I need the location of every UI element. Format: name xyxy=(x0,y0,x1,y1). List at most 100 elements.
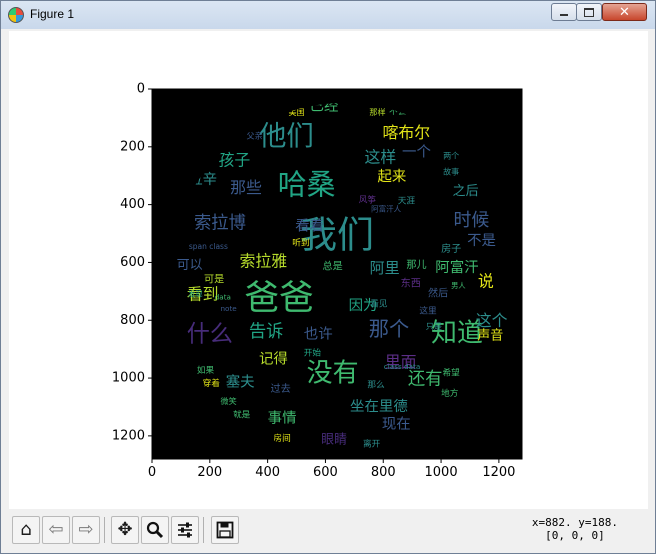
y-tick-label: 800 xyxy=(120,313,145,328)
back-button[interactable]: ⇦ xyxy=(42,516,70,544)
x-tick-label: 1000 xyxy=(425,465,458,480)
cloud-word: 阿里 xyxy=(370,259,400,277)
cloud-word: 可是 xyxy=(204,273,224,285)
cloud-word: 这样 xyxy=(364,147,396,166)
cloud-word: 地方 xyxy=(441,387,459,399)
floppy-disk-icon xyxy=(216,521,234,539)
cloud-word: 东西 xyxy=(401,277,421,290)
cloud-word: 事情 xyxy=(268,410,297,427)
y-axis: 0 200 400 600 800 1000 1200 xyxy=(112,82,152,443)
home-button[interactable]: ⌂ xyxy=(12,516,40,544)
y-tick-label: 200 xyxy=(120,139,145,154)
figure-canvas[interactable]: 我们 爸爸 哈桑 他们 知道 没有 什么 那个 索拉博 告诉 还有 时候 喀布尔 索拉雅 这样 那些 这个 里面看… xyxy=(9,31,648,509)
x-tick-label: 200 xyxy=(197,465,222,480)
cloud-word: 房子 xyxy=(441,242,461,255)
x-tick-label: 0 xyxy=(148,465,156,480)
cloud-word: 发现 xyxy=(188,290,202,299)
cloud-word: 塞夫 xyxy=(226,372,255,390)
toolbar-separator xyxy=(104,517,105,543)
y-tick-label: 1200 xyxy=(112,428,145,443)
cloud-word: 没有 xyxy=(307,359,359,389)
cloud-word: 那些 xyxy=(230,178,262,197)
cloud-word: 说 xyxy=(478,272,494,291)
cloud-word: 声音 xyxy=(477,328,503,344)
cloud-word: 开始 xyxy=(304,346,322,358)
cloud-word: 那样 xyxy=(369,107,385,117)
y-tick-label: 400 xyxy=(120,197,145,212)
pan-button[interactable]: ✥ xyxy=(111,516,139,544)
maximize-button[interactable] xyxy=(576,3,602,21)
x-tick-label: 1200 xyxy=(482,465,515,480)
cloud-word: 眼睛 xyxy=(321,433,347,448)
back-arrow-icon: ⇦ xyxy=(48,519,64,540)
cloud-word: 看着 xyxy=(295,217,324,234)
zoom-button[interactable] xyxy=(141,516,169,544)
cloud-word: 听到 xyxy=(292,238,309,249)
move-icon: ✥ xyxy=(117,519,133,540)
cloud-word: 哈桑 xyxy=(278,167,336,201)
cloud-word: 之后 xyxy=(453,184,479,199)
cloud-word: 两个 xyxy=(443,150,459,160)
configure-subplots-button[interactable] xyxy=(171,516,199,544)
minimize-button[interactable] xyxy=(551,3,577,21)
cloud-word: 然后 xyxy=(428,287,448,300)
cloud-word: 看见 xyxy=(370,298,388,309)
magnifier-icon xyxy=(146,521,164,539)
cloud-word: 可以 xyxy=(177,258,203,273)
cloud-word: 希望 xyxy=(443,367,461,379)
cursor-coords: x=882. y=188. xyxy=(531,516,618,529)
cloud-word: 什么 xyxy=(187,322,233,348)
cloud-word: 那儿 xyxy=(406,259,426,271)
x-tick-label: 400 xyxy=(255,465,280,480)
cloud-word: 故事 xyxy=(443,166,459,176)
cloud-word: 索拉博 xyxy=(194,213,246,233)
cloud-word: 不是 xyxy=(467,233,496,249)
x-axis: 0 200 400 600 800 1000 1200 xyxy=(148,459,515,480)
cloud-word: 现在 xyxy=(382,415,411,432)
toolbar-separator xyxy=(203,517,204,543)
cloud-word: 过去 xyxy=(271,382,291,395)
cloud-word: 爸爸 xyxy=(245,279,314,319)
cloud-word: 喀布尔 xyxy=(383,123,431,142)
matplotlib-icon xyxy=(8,7,24,23)
cloud-word: 时候 xyxy=(454,210,490,231)
maximize-icon xyxy=(584,7,594,17)
cloud-word: 男人 xyxy=(451,281,465,290)
forward-arrow-icon: ⇨ xyxy=(78,519,94,540)
cloud-word: 一个 xyxy=(402,144,431,161)
cloud-word: 告诉 xyxy=(249,322,284,342)
pixel-value: [0, 0, 0] xyxy=(545,529,605,542)
title-bar[interactable]: Figure 1 ✕ xyxy=(1,1,655,29)
minimize-icon xyxy=(560,14,568,16)
cloud-word: 微笑 xyxy=(221,396,237,406)
cloud-word: 这里 xyxy=(419,305,437,317)
cloud-word: note xyxy=(220,304,237,313)
cloud-word: 如果 xyxy=(197,364,215,376)
coordinate-readout: x=882. y=188. [0, 0, 0] xyxy=(532,516,618,542)
window-title: Figure 1 xyxy=(30,7,75,21)
cloud-word: 记得 xyxy=(259,350,288,367)
forward-button[interactable]: ⇨ xyxy=(72,516,100,544)
cloud-word: 那么 xyxy=(367,379,385,390)
cloud-word: 孩子 xyxy=(219,150,251,169)
cloud-word: 离开 xyxy=(363,438,381,450)
cloud-word: 阿富汗 xyxy=(435,258,478,276)
cloud-word: 起来 xyxy=(377,168,406,185)
cloud-word: 只是 xyxy=(426,321,442,331)
save-button[interactable] xyxy=(211,516,239,544)
sliders-icon xyxy=(178,522,192,538)
cloud-word: 穿着 xyxy=(203,377,221,389)
cloud-word: 那个 xyxy=(369,317,409,341)
cloud-word: 阿富汗人 xyxy=(371,203,401,213)
cloud-word: class data xyxy=(384,362,420,371)
cloud-word: 他们 xyxy=(259,121,314,152)
close-button[interactable]: ✕ xyxy=(602,3,647,21)
cloud-word: 总是 xyxy=(323,259,343,272)
cloud-word: span class xyxy=(189,242,228,251)
y-tick-label: 0 xyxy=(137,82,145,97)
home-icon: ⌂ xyxy=(20,519,32,540)
close-icon: ✕ xyxy=(619,4,630,20)
cloud-word: 父亲 xyxy=(247,130,263,140)
wordcloud-plot[interactable]: 我们爸爸哈桑他们知道没有什么 那个索拉博告诉还有时候喀布尔索拉雅这样那些这个里面看… xyxy=(9,31,648,509)
x-tick-label: 600 xyxy=(313,465,338,480)
